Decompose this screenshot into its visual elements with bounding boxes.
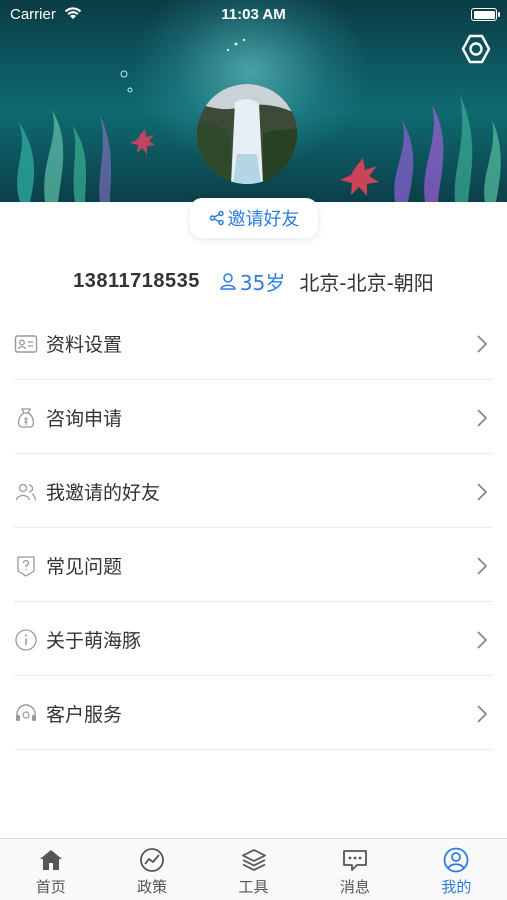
menu-item-label: 关于萌海豚 xyxy=(46,630,142,652)
person-icon xyxy=(220,273,236,290)
tab-label: 我的 xyxy=(441,878,472,896)
settings-menu: 资料设置 咨询申请 我邀请的好友 常见问题 关于萌海豚 客户服务 xyxy=(0,306,507,750)
chart-icon xyxy=(140,848,165,872)
users-icon xyxy=(15,483,37,501)
money-bag-icon xyxy=(17,408,35,428)
menu-item-label: 常见问题 xyxy=(46,556,123,578)
chevron-right-icon xyxy=(477,557,488,575)
menu-item-invited-friends[interactable]: 我邀请的好友 xyxy=(0,454,507,528)
clock: 11:03 AM xyxy=(221,6,286,23)
age-value: 35岁 xyxy=(239,270,286,295)
menu-item-about[interactable]: 关于萌海豚 xyxy=(0,602,507,676)
header-banner: Carrier 11:03 AM xyxy=(0,0,507,202)
share-icon xyxy=(209,210,224,226)
profile-info: 13811718535 35岁 北京-北京-朝阳 xyxy=(0,266,507,296)
phone-number: 13811718535 xyxy=(73,269,200,292)
tab-label: 工具 xyxy=(238,878,269,896)
avatar-waterfall-image xyxy=(197,84,297,184)
chevron-right-icon xyxy=(477,705,488,723)
menu-item-consult-apply[interactable]: 咨询申请 xyxy=(0,380,507,454)
chevron-right-icon xyxy=(477,631,488,649)
location: 北京-北京-朝阳 xyxy=(299,270,434,295)
menu-item-profile-settings[interactable]: 资料设置 xyxy=(0,306,507,380)
tab-label: 消息 xyxy=(339,878,370,896)
invite-friends-button[interactable]: 邀请好友 xyxy=(190,198,318,238)
tab-mine[interactable]: 我的 xyxy=(406,839,507,900)
tab-tools[interactable]: 工具 xyxy=(203,839,304,900)
avatar[interactable] xyxy=(197,84,297,184)
divider xyxy=(14,749,493,750)
tab-label: 首页 xyxy=(35,878,66,896)
chevron-right-icon xyxy=(477,335,488,353)
age-badge: 35岁 xyxy=(218,267,285,296)
menu-item-label: 我邀请的好友 xyxy=(46,482,161,504)
menu-item-label: 客户服务 xyxy=(46,704,123,726)
info-icon xyxy=(15,629,37,651)
tab-policy[interactable]: 政策 xyxy=(101,839,202,900)
menu-item-label: 咨询申请 xyxy=(46,408,123,430)
user-circle-icon xyxy=(443,847,469,873)
layers-icon xyxy=(241,849,266,871)
message-icon xyxy=(343,850,367,871)
tab-label: 政策 xyxy=(137,878,168,896)
settings-gear-icon[interactable] xyxy=(460,33,492,65)
invite-label: 邀请好友 xyxy=(227,209,300,230)
headset-icon xyxy=(16,704,36,721)
id-card-icon xyxy=(14,335,38,353)
tab-home[interactable]: 首页 xyxy=(0,839,101,900)
battery-icon xyxy=(471,8,500,21)
home-icon xyxy=(39,850,62,870)
chevron-right-icon xyxy=(477,483,488,501)
status-bar: Carrier 11:03 AM xyxy=(0,0,507,30)
menu-item-faq[interactable]: 常见问题 xyxy=(0,528,507,602)
bottom-tab-bar: 首页 政策 工具 消息 我的 xyxy=(0,838,507,900)
question-shield-icon xyxy=(17,556,35,577)
chevron-right-icon xyxy=(477,409,488,427)
menu-item-label: 资料设置 xyxy=(46,334,123,356)
menu-item-customer-service[interactable]: 客户服务 xyxy=(0,676,507,750)
tab-messages[interactable]: 消息 xyxy=(304,839,405,900)
